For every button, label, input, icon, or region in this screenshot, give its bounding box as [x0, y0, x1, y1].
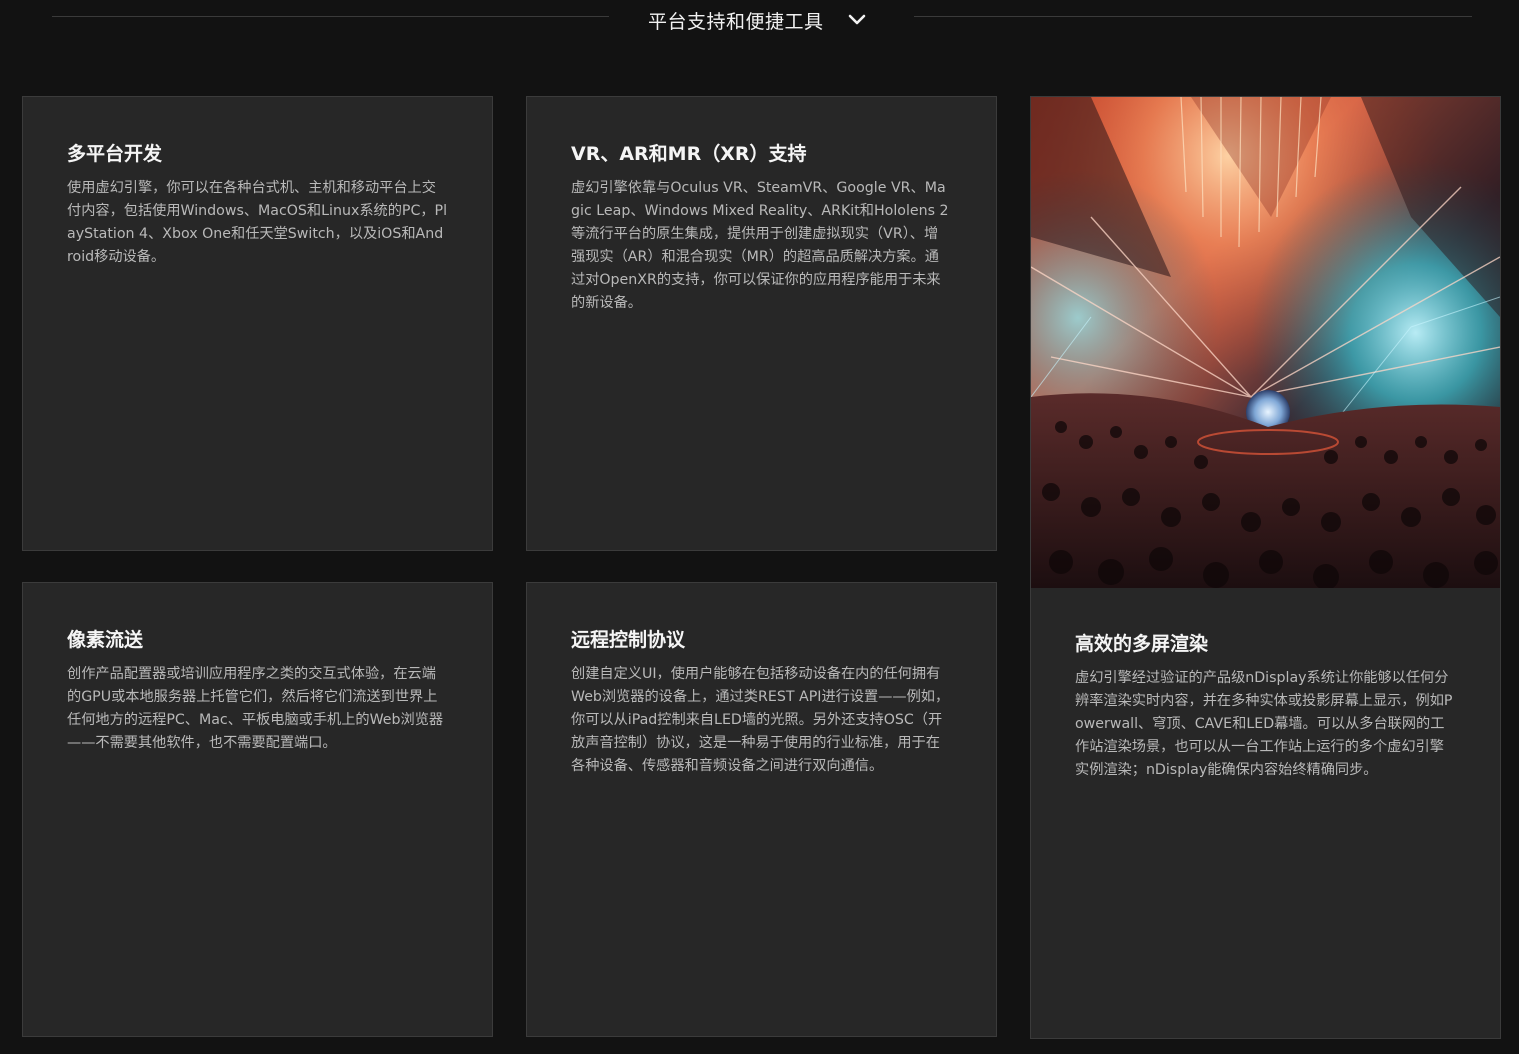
- divider-left: [52, 16, 609, 17]
- card-body: 像素流送 创作产品配置器或培训应用程序之类的交互式体验，在云端的GPU或本地服务…: [67, 625, 448, 755]
- page: 平台支持和便捷工具 多平台开发 使用虚幻引擎，你可以在各种台式机、主机和移动平台…: [0, 0, 1519, 1054]
- feature-card-ndisplay: 高效的多屏渲染 虚幻引擎经过验证的产品级nDisplay系统让你能够以任何分辨率…: [1030, 96, 1501, 1039]
- card-description: 创作产品配置器或培训应用程序之类的交互式体验，在云端的GPU或本地服务器上托管它…: [67, 666, 444, 751]
- card-description: 使用虚幻引擎，你可以在各种台式机、主机和移动平台上交付内容，包括使用Window…: [67, 180, 448, 265]
- card-title: 像素流送: [67, 629, 144, 651]
- section-title: 平台支持和便捷工具: [648, 10, 824, 33]
- feature-card-xr: VR、AR和MR（XR）支持 虚幻引擎依靠与Oculus VR、SteamVR、…: [526, 96, 997, 551]
- card-title: 高效的多屏渲染: [1075, 633, 1209, 655]
- card-body: 远程控制协议 创建自定义UI，使用户能够在包括移动设备在内的任何拥有Web浏览器…: [571, 625, 952, 778]
- section-header: 平台支持和便捷工具: [0, 0, 1519, 40]
- card-description: 虚幻引擎经过验证的产品级nDisplay系统让你能够以任何分辨率渲染实时内容，并…: [1075, 670, 1453, 778]
- card-description: 虚幻引擎依靠与Oculus VR、SteamVR、Google VR、Magic…: [571, 180, 949, 311]
- concert-stage-image: [1031, 97, 1500, 588]
- card-body: 多平台开发 使用虚幻引擎，你可以在各种台式机、主机和移动平台上交付内容，包括使用…: [67, 139, 448, 269]
- card-body: 高效的多屏渲染 虚幻引擎经过验证的产品级nDisplay系统让你能够以任何分辨率…: [1075, 629, 1456, 782]
- card-body: VR、AR和MR（XR）支持 虚幻引擎依靠与Oculus VR、SteamVR、…: [571, 139, 952, 315]
- section-toggle[interactable]: 平台支持和便捷工具: [640, 4, 876, 36]
- card-title: VR、AR和MR（XR）支持: [571, 143, 807, 165]
- card-description: 创建自定义UI，使用户能够在包括移动设备在内的任何拥有Web浏览器的设备上，通过…: [571, 666, 950, 774]
- chevron-down-icon[interactable]: [846, 9, 868, 31]
- card-title: 多平台开发: [67, 143, 163, 165]
- card-title: 远程控制协议: [571, 629, 686, 651]
- feature-card-pixel-streaming: 像素流送 创作产品配置器或培训应用程序之类的交互式体验，在云端的GPU或本地服务…: [22, 582, 493, 1037]
- feature-card-multiplatform: 多平台开发 使用虚幻引擎，你可以在各种台式机、主机和移动平台上交付内容，包括使用…: [22, 96, 493, 551]
- divider-right: [914, 16, 1472, 17]
- feature-card-remote-control: 远程控制协议 创建自定义UI，使用户能够在包括移动设备在内的任何拥有Web浏览器…: [526, 582, 997, 1037]
